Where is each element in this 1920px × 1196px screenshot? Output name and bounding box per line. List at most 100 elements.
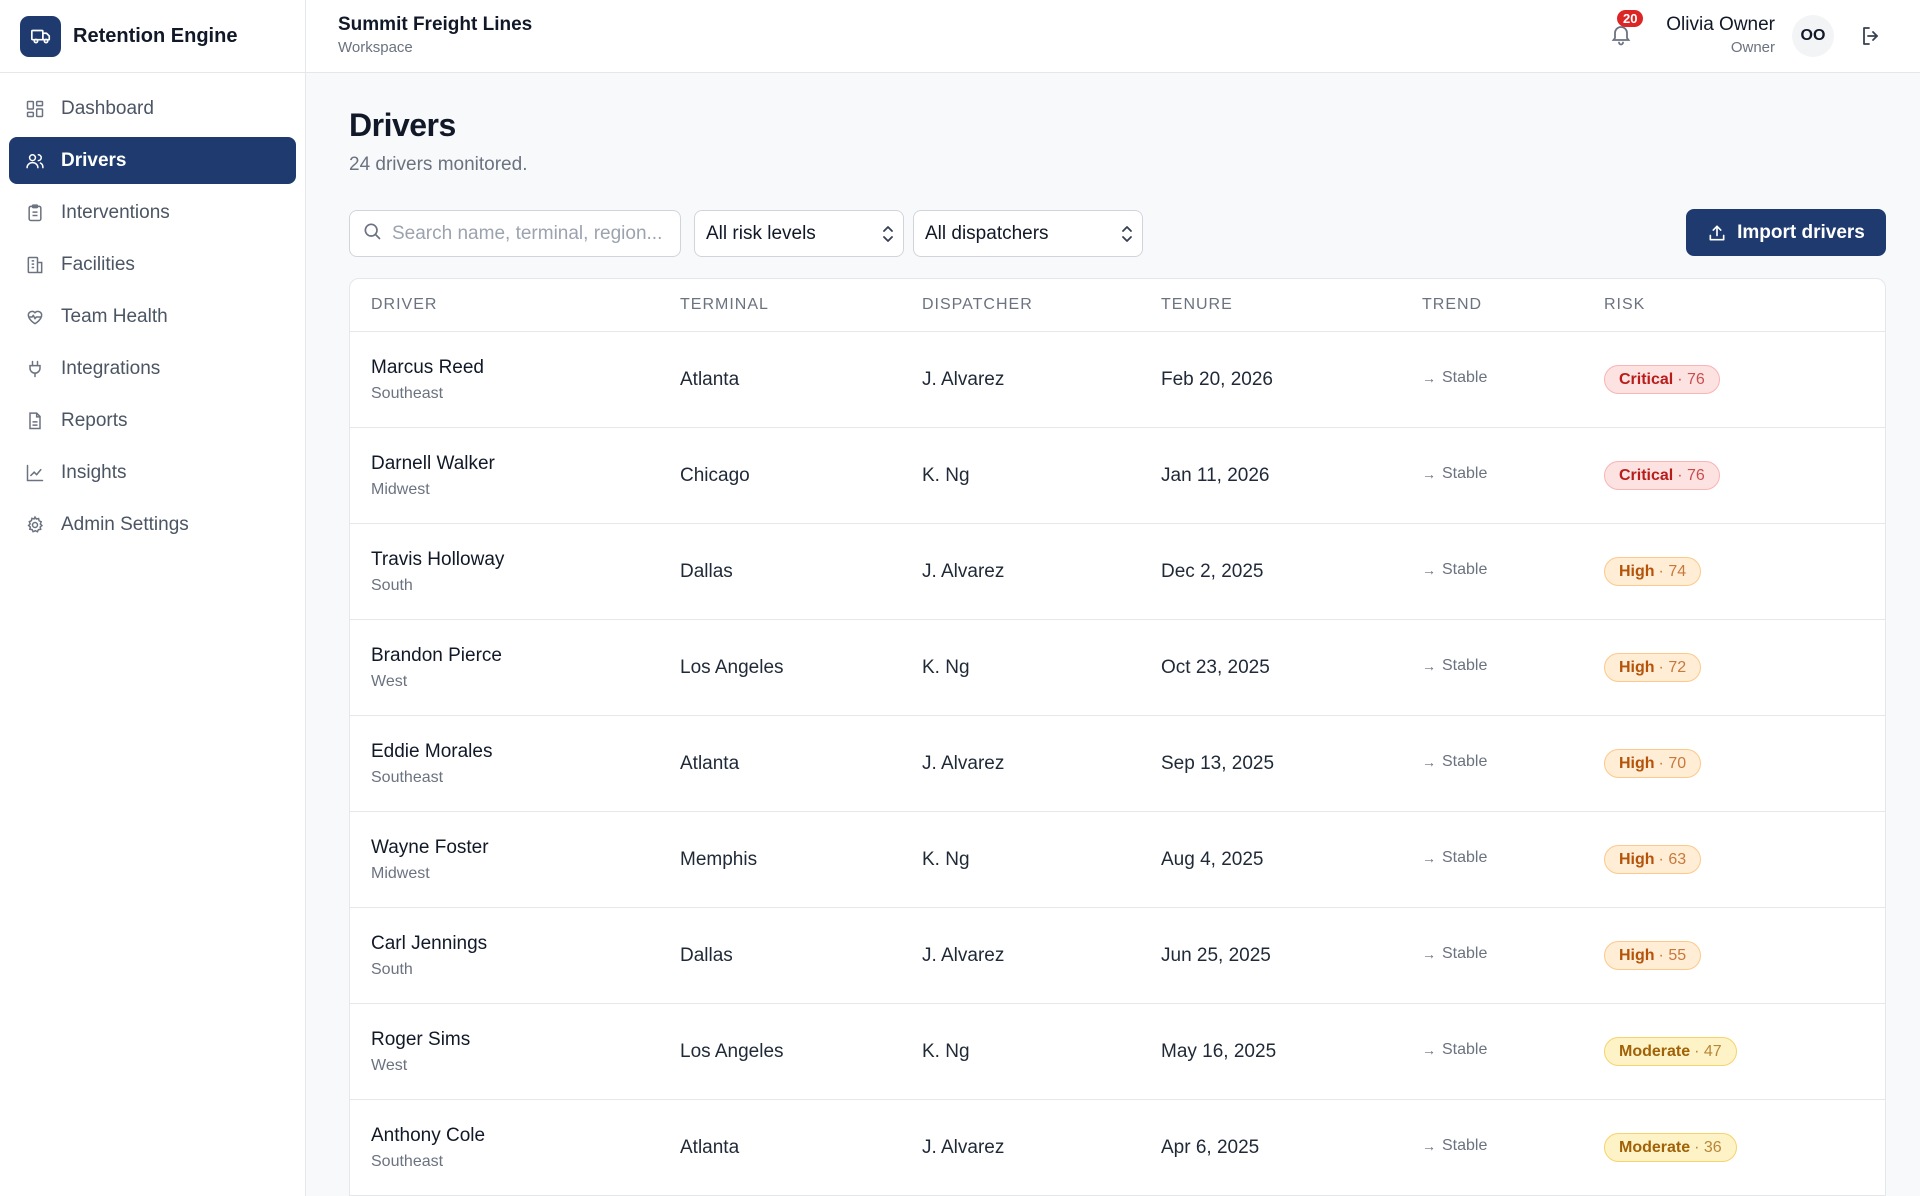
risk-cell: High · 74 xyxy=(1604,557,1702,586)
risk-level-select[interactable]: All risk levels xyxy=(694,210,904,257)
trend-cell: → Stable xyxy=(1422,753,1487,771)
dispatcher-cell: J. Alvarez xyxy=(922,1136,1005,1158)
driver-name[interactable]: Anthony Cole xyxy=(371,1125,485,1147)
risk-badge: Moderate · 36 xyxy=(1604,1133,1737,1162)
sidebar-item-admin-settings[interactable]: Admin Settings xyxy=(9,501,296,548)
driver-cell: Darnell Walker Midwest xyxy=(371,453,495,499)
user-role: Owner xyxy=(1730,39,1775,56)
dispatcher-select[interactable]: All dispatchers xyxy=(913,210,1143,257)
sidebar-item-label: Interventions xyxy=(61,201,170,223)
tenure-cell: Feb 20, 2026 xyxy=(1161,368,1273,390)
column-header-tenure[interactable]: TENURE xyxy=(1161,296,1233,314)
arrow-right-icon: → xyxy=(1422,754,1436,770)
sidebar-item-drivers[interactable]: Drivers xyxy=(9,137,296,184)
tenure-cell: Oct 23, 2025 xyxy=(1161,656,1270,678)
drivers-table: DRIVER TERMINAL DISPATCHER TENURE TREND … xyxy=(349,278,1886,1196)
dispatcher-cell: J. Alvarez xyxy=(922,560,1005,582)
sidebar-nav: Dashboard Drivers Interventions Faciliti… xyxy=(0,73,305,565)
sidebar-item-insights[interactable]: Insights xyxy=(9,449,296,496)
import-drivers-button[interactable]: Import drivers xyxy=(1686,209,1886,256)
driver-name[interactable]: Wayne Foster xyxy=(371,837,489,859)
risk-score: · 47 xyxy=(1694,1042,1722,1060)
chevron-up-down-icon xyxy=(881,224,895,244)
column-header-trend[interactable]: TREND xyxy=(1422,296,1482,314)
trend-cell: → Stable xyxy=(1422,561,1487,579)
column-header-risk[interactable]: RISK xyxy=(1604,296,1645,314)
dispatcher-cell: K. Ng xyxy=(922,656,970,678)
table-row[interactable]: Carl Jennings South Dallas J. Alvarez Jun 25… xyxy=(350,908,1885,1004)
risk-cell: Moderate · 36 xyxy=(1604,1133,1737,1162)
sidebar-item-interventions[interactable]: Interventions xyxy=(9,189,296,236)
trend-label: Stable xyxy=(1442,1137,1488,1154)
table-row[interactable]: Brandon Pierce West Los Angeles K. Ng Oct 23… xyxy=(350,620,1885,716)
search-input[interactable] xyxy=(392,222,662,245)
tenure-cell: Sep 13, 2025 xyxy=(1161,752,1275,774)
table-row[interactable]: Darnell Walker Midwest Chicago K. Ng Jan 11,… xyxy=(350,428,1885,524)
avatar[interactable]: OO xyxy=(1792,15,1834,57)
terminal-cell: Chicago xyxy=(680,464,750,486)
driver-cell: Roger Sims West xyxy=(371,1029,470,1075)
driver-name[interactable]: Carl Jennings xyxy=(371,933,487,955)
sidebar-item-label: Insights xyxy=(61,461,127,483)
risk-score: · 76 xyxy=(1677,370,1705,388)
column-header-driver[interactable]: DRIVER xyxy=(371,296,437,314)
terminal-cell: Atlanta xyxy=(680,368,740,390)
logout-icon[interactable] xyxy=(1859,24,1883,48)
table-row[interactable]: Marcus Reed Southeast Atlanta J. Alvarez Feb… xyxy=(350,332,1885,428)
heart-pulse-icon xyxy=(24,306,46,328)
table-row[interactable]: Eddie Morales Southeast Atlanta J. Alvarez S… xyxy=(350,716,1885,812)
arrow-right-icon: → xyxy=(1422,562,1436,578)
users-icon xyxy=(24,150,46,172)
tenure-cell: Aug 4, 2025 xyxy=(1161,848,1264,870)
truck-icon xyxy=(20,15,61,57)
table-row[interactable]: Anthony Cole Southeast Atlanta J. Alvarez Ap… xyxy=(350,1100,1885,1196)
driver-name[interactable]: Eddie Morales xyxy=(371,741,492,763)
risk-cell: High · 70 xyxy=(1604,749,1702,778)
table-row[interactable]: Roger Sims West Los Angeles K. Ng May 16, 20… xyxy=(350,1004,1885,1100)
sidebar-item-facilities[interactable]: Facilities xyxy=(9,241,296,288)
risk-cell: Critical · 76 xyxy=(1604,461,1720,490)
workspace-switcher[interactable]: Summit Freight Lines Workspace xyxy=(338,14,532,56)
sidebar-item-team-health[interactable]: Team Health xyxy=(9,293,296,340)
driver-cell: Eddie Morales Southeast xyxy=(371,741,492,787)
risk-level: High xyxy=(1619,562,1655,580)
risk-level: High xyxy=(1619,658,1655,676)
dispatcher-cell: K. Ng xyxy=(922,848,970,870)
tenure-cell: Jun 25, 2025 xyxy=(1161,944,1271,966)
driver-region: Southeast xyxy=(371,384,444,402)
brand[interactable]: Retention Engine xyxy=(0,0,305,73)
table-row[interactable]: Travis Holloway South Dallas J. Alvarez Dec … xyxy=(350,524,1885,620)
workspace-label: Workspace xyxy=(338,39,413,56)
driver-region: Midwest xyxy=(371,480,430,498)
risk-cell: High · 55 xyxy=(1604,941,1702,970)
sidebar: Retention Engine Dashboard Drivers Inter… xyxy=(0,0,306,1196)
driver-cell: Travis Holloway South xyxy=(371,549,504,595)
notification-count-badge: 20 xyxy=(1617,10,1644,27)
trend-cell: → Stable xyxy=(1422,1041,1487,1059)
tenure-cell: May 16, 2025 xyxy=(1161,1040,1277,1062)
column-header-terminal[interactable]: TERMINAL xyxy=(680,296,769,314)
arrow-right-icon: → xyxy=(1422,370,1436,386)
search-box[interactable] xyxy=(349,210,681,257)
risk-badge: High · 72 xyxy=(1604,653,1702,682)
driver-name[interactable]: Brandon Pierce xyxy=(371,645,502,667)
driver-name[interactable]: Marcus Reed xyxy=(371,357,484,379)
sidebar-item-reports[interactable]: Reports xyxy=(9,397,296,444)
sidebar-item-integrations[interactable]: Integrations xyxy=(9,345,296,392)
tenure-cell: Dec 2, 2025 xyxy=(1161,560,1264,582)
driver-name[interactable]: Roger Sims xyxy=(371,1029,470,1051)
table-row[interactable]: Wayne Foster Midwest Memphis K. Ng Aug 4, 20… xyxy=(350,812,1885,908)
page-subtitle: 24 drivers monitored. xyxy=(349,154,528,175)
risk-level: Moderate xyxy=(1619,1042,1691,1060)
trend-cell: → Stable xyxy=(1422,369,1487,387)
trend-label: Stable xyxy=(1442,657,1488,674)
dashboard-icon xyxy=(24,98,46,120)
risk-score: · 76 xyxy=(1677,466,1705,484)
driver-region: West xyxy=(371,672,408,690)
column-header-dispatcher[interactable]: DISPATCHER xyxy=(922,296,1033,314)
table-body: Marcus Reed Southeast Atlanta J. Alvarez Feb… xyxy=(350,332,1885,1196)
driver-name[interactable]: Darnell Walker xyxy=(371,453,495,475)
sidebar-item-dashboard[interactable]: Dashboard xyxy=(9,85,296,132)
driver-name[interactable]: Travis Holloway xyxy=(371,549,504,571)
dispatcher-cell: J. Alvarez xyxy=(922,368,1005,390)
